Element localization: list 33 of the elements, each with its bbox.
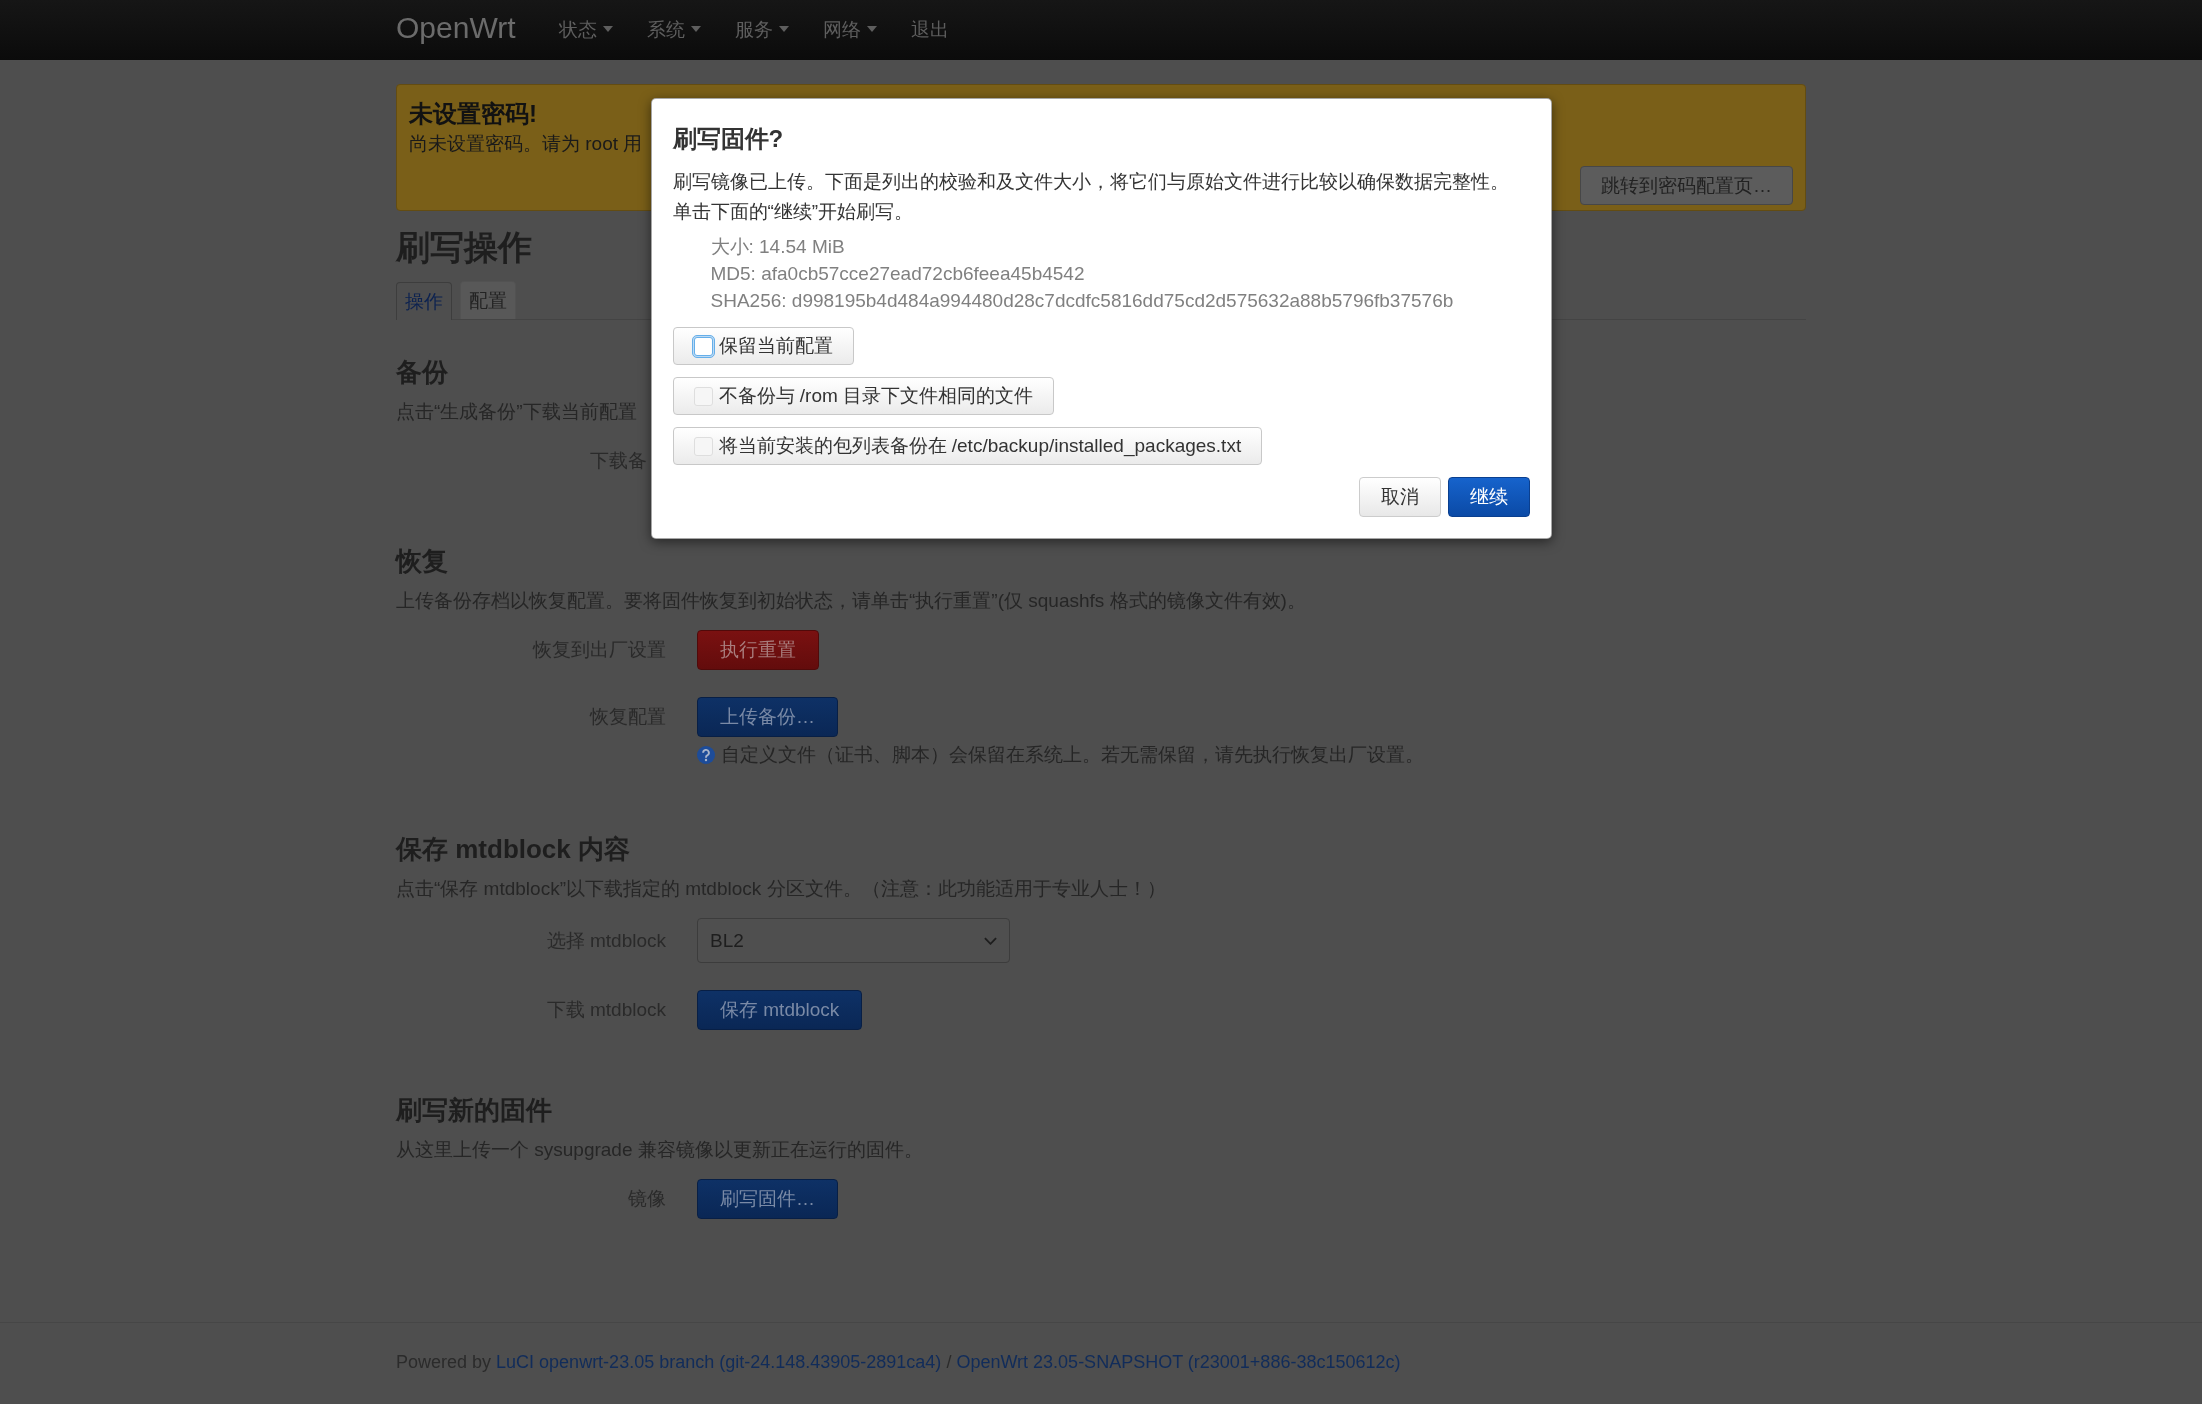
option-toggle[interactable]: 保留当前配置 [672,327,854,365]
help-icon [697,746,715,764]
option-toggle[interactable]: 不备份与 /rom 目录下文件相同的文件 [672,377,1055,415]
form-button[interactable]: 保存 mtdblock [697,990,863,1030]
form-button[interactable]: 刷写固件… [697,1179,838,1219]
footer-link[interactable]: OpenWrt 23.05-SNAPSHOT (r23001+886-38c150612c) [956,1350,1401,1374]
password-settings-button[interactable]: 跳转到密码配置页… [1580,166,1793,205]
alert-text: 尚未设置密码。请为 root 用 [409,133,643,154]
nav-menu-item[interactable]: 状态 [541,19,630,39]
nav-menu-item[interactable]: 服务 [717,19,806,39]
nav-menu-item[interactable]: 退出 [893,19,966,39]
dialog-message: 刷写镜像已上传。下面是列出的校验和及文件大小，将它们与原始文件进行比较以确保数据完整性。 单击下面的“继续”开始刷写。 [672,170,1510,224]
nav-menu-item[interactable]: 网络 [805,19,894,39]
chevron-down-icon [984,936,997,945]
caret-icon [602,26,613,32]
file-info-line: SHA256: d998195b4d484a994480d28c7dcdfc5816dd75cd2d575632a88b5796fb37576b [710,290,1454,311]
footer-link[interactable]: LuCI openwrt-23.05 branch (git-24.148.43905-2891ca4) [496,1350,942,1374]
nav-menu-item[interactable]: 系统 [629,19,718,39]
caret-icon [866,26,877,32]
option-toggle[interactable]: 将当前安装的包列表备份在 /etc/backup/installed_packages.txt [672,427,1263,465]
footer-text: / [946,1351,952,1374]
primary-button[interactable]: 继续 [1447,477,1530,517]
file-info-line: MD5: afa0cb57cce27ead72cb6feea45b4542 [710,263,1085,284]
form-button[interactable]: 执行重置 [697,630,819,670]
caret-icon [690,26,701,32]
brand-name[interactable]: OpenWrt [396,13,516,43]
secondary-button[interactable]: 取消 [1358,477,1441,517]
dialog-title: 刷写固件? [672,124,784,154]
alert-title: 未设置密码! [409,99,537,129]
caret-icon [778,26,789,32]
form-button[interactable]: 上传备份… [697,697,838,737]
tab[interactable]: 操作 [396,282,452,320]
file-info-line: 大小: 14.54 MiB [710,236,845,257]
